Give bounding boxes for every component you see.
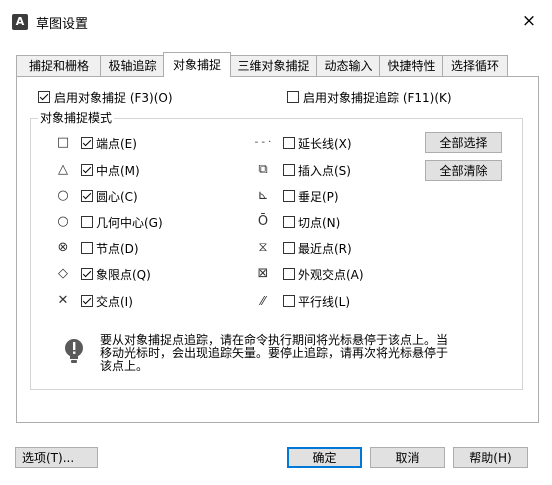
endpoint-checkbox[interactable] bbox=[81, 137, 93, 149]
snap-modes-group-title: 对象捕捉模式 bbox=[38, 109, 115, 126]
tangent-label: 切点(N) bbox=[298, 216, 341, 230]
intersection-marker-icon: ✕ bbox=[57, 293, 69, 308]
tab-quick-properties[interactable]: 快捷特性 bbox=[379, 55, 444, 76]
center-checkbox[interactable] bbox=[81, 190, 93, 202]
extension-marker-icon: - - · bbox=[254, 137, 272, 148]
geometric-center-checkbox[interactable] bbox=[81, 216, 93, 228]
perpendicular-marker-icon: ⊾ bbox=[257, 188, 269, 203]
apparent-intersection-label: 外观交点(A) bbox=[298, 268, 364, 282]
tab-selection-cycling[interactable]: 选择循环 bbox=[442, 55, 508, 76]
quadrant-label: 象限点(Q) bbox=[96, 268, 151, 282]
parallel-label: 平行线(L) bbox=[298, 295, 351, 309]
cancel-button[interactable]: 取消 bbox=[370, 447, 445, 468]
lightbulb-info-icon bbox=[65, 339, 83, 363]
osnap-on-checkbox[interactable] bbox=[38, 91, 50, 103]
otrack-on-label: 启用对象捕捉追踪 (F11)(K) bbox=[303, 91, 452, 105]
tip-line-3: 该点上。 bbox=[100, 359, 149, 373]
parallel-checkbox[interactable] bbox=[283, 295, 295, 307]
close-button[interactable]: × bbox=[518, 10, 540, 32]
tab-polar-tracking[interactable]: 极轴追踪 bbox=[100, 55, 165, 76]
window-title: 草图设置 bbox=[36, 17, 89, 32]
perpendicular-label: 垂足(P) bbox=[298, 190, 339, 204]
endpoint-label: 端点(E) bbox=[96, 137, 137, 151]
insertion-marker-icon: ⧉ bbox=[258, 162, 268, 177]
midpoint-marker-icon: △ bbox=[58, 162, 68, 177]
ok-button[interactable]: 确定 bbox=[287, 447, 362, 468]
apparent-intersection-checkbox[interactable] bbox=[283, 268, 295, 280]
tab-3d-object-snap[interactable]: 三维对象捕捉 bbox=[229, 55, 318, 76]
midpoint-label: 中点(M) bbox=[96, 164, 140, 178]
clear-all-button[interactable]: 全部清除 bbox=[425, 160, 502, 181]
tab-snap-grid[interactable]: 捕捉和栅格 bbox=[16, 55, 102, 76]
quadrant-marker-icon: ◇ bbox=[58, 266, 68, 281]
center-label: 圆心(C) bbox=[96, 190, 138, 204]
geometric-center-label: 几何中心(G) bbox=[96, 216, 163, 230]
apparent-intersection-marker-icon: ⊠ bbox=[257, 266, 269, 281]
insertion-checkbox[interactable] bbox=[283, 164, 295, 176]
tab-dynamic-input[interactable]: 动态输入 bbox=[316, 55, 381, 76]
intersection-label: 交点(I) bbox=[96, 295, 133, 309]
otrack-on-checkbox[interactable] bbox=[287, 91, 299, 103]
extension-label: 延长线(X) bbox=[298, 137, 352, 151]
perpendicular-checkbox[interactable] bbox=[283, 190, 295, 202]
tangent-marker-icon: Ō bbox=[257, 214, 269, 229]
parallel-marker-icon: ⁄⁄ bbox=[260, 294, 265, 308]
node-label: 节点(D) bbox=[96, 242, 139, 256]
node-checkbox[interactable] bbox=[81, 242, 93, 254]
options-button[interactable]: 选项(T)... bbox=[15, 447, 98, 468]
geometric-center-marker-icon: ○ bbox=[57, 214, 69, 229]
help-button[interactable]: 帮助(H) bbox=[453, 447, 528, 468]
quadrant-checkbox[interactable] bbox=[81, 268, 93, 280]
nearest-marker-icon: ⧖ bbox=[258, 240, 268, 255]
nearest-checkbox[interactable] bbox=[283, 242, 295, 254]
tab-strip: 捕捉和栅格 极轴追踪 对象捕捉 三维对象捕捉 动态输入 快捷特性 选择循环 bbox=[16, 52, 537, 77]
tangent-checkbox[interactable] bbox=[283, 216, 295, 228]
nearest-label: 最近点(R) bbox=[298, 242, 352, 256]
extension-checkbox[interactable] bbox=[283, 137, 295, 149]
tip-line-2: 移动光标时，会出现追踪矢量。要停止追踪，请再次将光标悬停于 bbox=[100, 346, 449, 360]
node-marker-icon: ⊗ bbox=[57, 240, 69, 255]
endpoint-marker-icon: □ bbox=[56, 135, 70, 150]
select-all-button[interactable]: 全部选择 bbox=[425, 132, 502, 153]
midpoint-checkbox[interactable] bbox=[81, 164, 93, 176]
tab-object-snap[interactable]: 对象捕捉 bbox=[163, 52, 231, 77]
osnap-on-label: 启用对象捕捉 (F3)(O) bbox=[54, 91, 173, 105]
autocad-app-icon: A bbox=[12, 14, 28, 30]
center-marker-icon: ○ bbox=[57, 188, 69, 203]
insertion-label: 插入点(S) bbox=[298, 164, 351, 178]
tracking-tip-text: 要从对象捕捉点追踪，请在命令执行期间将光标悬停于该点上。当 移动光标时，会出现追… bbox=[100, 334, 510, 373]
intersection-checkbox[interactable] bbox=[81, 295, 93, 307]
